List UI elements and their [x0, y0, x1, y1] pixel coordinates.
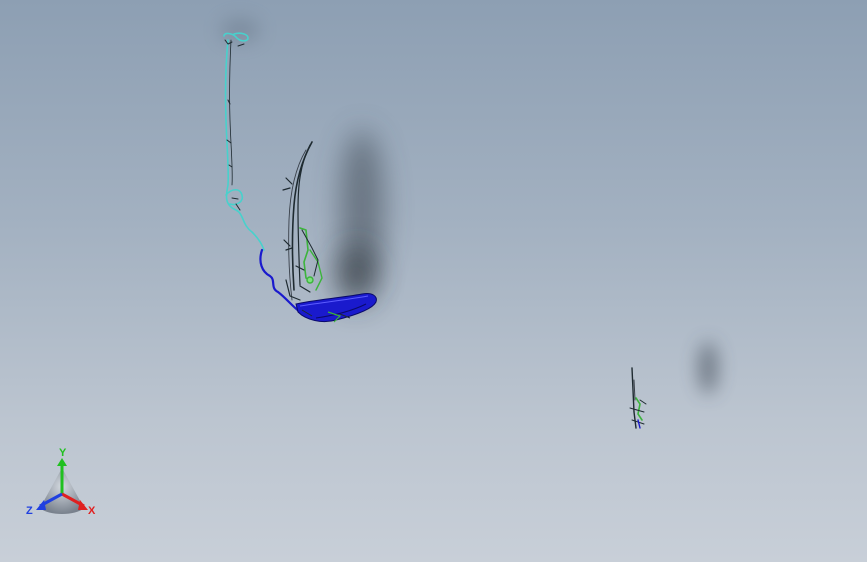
small-component[interactable]	[629, 367, 647, 429]
cable-harness[interactable]	[223, 32, 265, 251]
x-axis-label: X	[88, 505, 96, 517]
small-part-shadow	[698, 342, 718, 394]
z-axis-label: Z	[26, 505, 33, 517]
regulator-mechanism[interactable]	[285, 227, 323, 301]
y-axis-label: Y	[59, 448, 67, 459]
model-shadow	[220, 18, 384, 305]
graphics-viewport[interactable]: Y X Z	[0, 0, 867, 562]
guide-rail[interactable]	[282, 141, 313, 301]
blue-bracket[interactable]	[295, 293, 377, 323]
triad-graphic: Y X Z	[26, 447, 96, 517]
orientation-triad[interactable]: Y X Z	[24, 447, 104, 523]
model-scene[interactable]	[0, 0, 867, 562]
